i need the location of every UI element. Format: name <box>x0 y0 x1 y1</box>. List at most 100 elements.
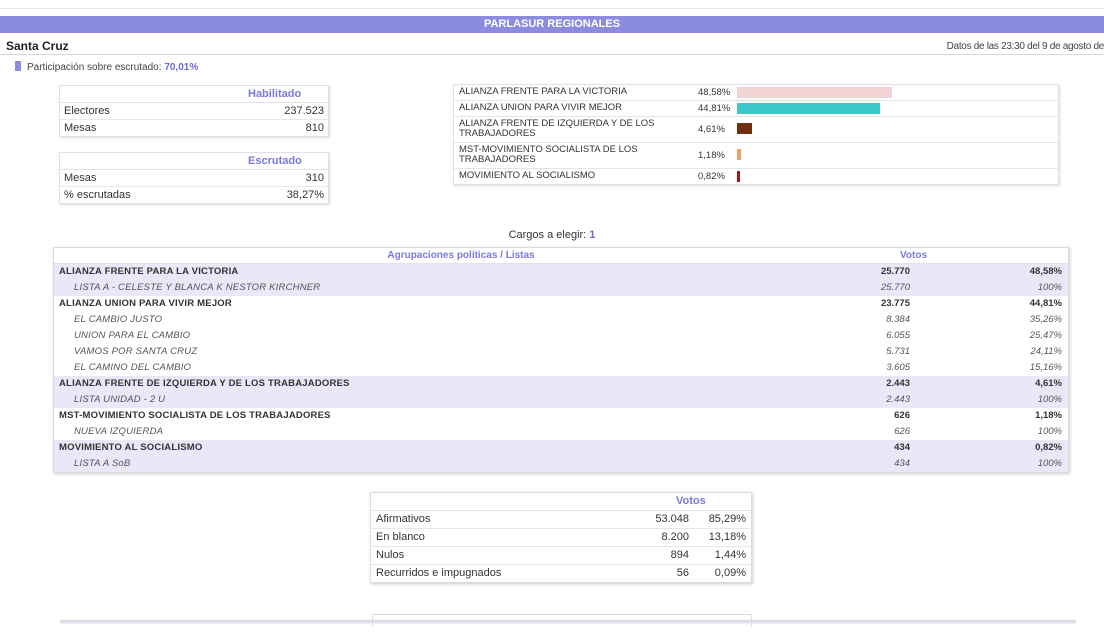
bottom-divider <box>60 620 1076 622</box>
percent-value: 44,81% <box>1029 298 1062 309</box>
summary-label: Nulos <box>376 549 405 561</box>
escrutado-row: Mesas 310 <box>60 170 328 187</box>
bar-row: MOVIMIENTO AL SOCIALISMO 0,82% <box>454 169 1058 184</box>
participation-value: 70,01% <box>164 62 199 73</box>
percent-value: 0,82% <box>1035 442 1062 453</box>
cargos-a-elegir: Cargos a elegir: 1 <box>0 229 1104 241</box>
votes-value: 626 <box>894 410 910 421</box>
votes-summary-row: Recurridos e impugnados 56 0,09% <box>371 565 751 582</box>
percentage-bar <box>737 149 741 160</box>
stat-label: Mesas <box>64 172 97 184</box>
habilitado-heading: Habilitado <box>248 88 302 100</box>
percent-value: 25,47% <box>1029 330 1062 341</box>
percentage-bar <box>737 171 740 182</box>
party-name: MST-MOVIMIENTO SOCIALISTA DE LOS TRABAJA… <box>59 410 331 421</box>
party-name: ALIANZA FRENTE DE IZQUIERDA Y DE LOS TRA… <box>59 378 350 389</box>
stat-value: 38,27% <box>286 189 324 201</box>
votes-value: 2.443 <box>886 394 910 405</box>
votes-summary-table: Votos Afirmativos 53.048 85,29% En blanco 8… <box>370 492 752 583</box>
cargos-value: 1 <box>589 229 596 241</box>
participation-indicator: Participación sobre escrutado: 70,01% <box>15 61 198 73</box>
participation-marker-icon <box>15 61 21 71</box>
votes-value: 434 <box>894 458 910 469</box>
list-name: VAMOS POR SANTA CRUZ <box>74 346 198 357</box>
votes-value: 2.443 <box>886 378 910 389</box>
stat-label: % escrutadas <box>64 189 131 201</box>
bar-row: MST-MOVIMIENTO SOCIALISTA DE LOS TRABAJA… <box>454 143 1058 169</box>
summary-label: Recurridos e impugnados <box>376 567 502 579</box>
participation-label: Participación sobre escrutado: <box>27 62 162 73</box>
party-name: ALIANZA FRENTE PARA LA VICTORIA <box>59 266 239 277</box>
list-row: LISTA A - CELESTE Y BLANCA K NESTOR KIRC… <box>54 280 1068 296</box>
party-percentage-bars: ALIANZA FRENTE PARA LA VICTORIA 48,58% A… <box>453 84 1059 185</box>
votes-value: 23.775 <box>880 298 910 309</box>
list-name: EL CAMBIO JUSTO <box>74 314 163 325</box>
party-name: MOVIMIENTO AL SOCIALISMO <box>59 442 203 453</box>
stat-value: 310 <box>305 172 324 184</box>
list-name: LISTA UNIDAD - 2 U <box>74 394 166 405</box>
percent-value: 4,61% <box>1035 378 1062 389</box>
votes-value: 25.770 <box>880 282 910 293</box>
summary-label: Afirmativos <box>376 513 431 525</box>
data-timestamp: Datos de las 23:30 del 9 de agosto de <box>946 41 1104 52</box>
habilitado-box: Habilitado Electores 237.523 Mesas 810 <box>59 85 329 137</box>
bar-party-name: ALIANZA FRENTE PARA LA VICTORIA <box>459 86 628 97</box>
escrutado-row: % escrutadas 38,27% <box>60 187 328 203</box>
percent-value: 24,11% <box>1030 346 1062 357</box>
list-row: NUEVA IZQUIERDA 626 100% <box>54 424 1068 440</box>
list-name: LISTA A SoB <box>74 458 131 469</box>
votes-value: 434 <box>894 442 910 453</box>
results-table-header: Agrupaciones políticas / Listas Votos <box>54 248 1068 264</box>
stat-value: 237.523 <box>284 105 324 117</box>
results-table: Agrupaciones políticas / Listas Votos AL… <box>53 247 1069 473</box>
votes-summary-row: Afirmativos 53.048 85,29% <box>371 511 751 529</box>
summary-percent: 0,09% <box>714 567 746 579</box>
summary-label: En blanco <box>376 531 425 543</box>
cargos-label: Cargos a elegir: <box>508 229 587 241</box>
summary-percent: 13,18% <box>708 531 746 543</box>
party-row: MST-MOVIMIENTO SOCIALISTA DE LOS TRABAJA… <box>54 408 1068 424</box>
bar-party-name: ALIANZA UNION PARA VIVIR MEJOR <box>459 102 622 113</box>
list-name: LISTA A - CELESTE Y BLANCA K NESTOR KIRC… <box>74 282 321 293</box>
votes-value: 25.770 <box>880 266 910 277</box>
bar-percent: 44,81% <box>698 103 731 114</box>
list-row: LISTA A SoB 434 100% <box>54 456 1068 472</box>
habilitado-row: Mesas 810 <box>60 120 328 136</box>
list-row: EL CAMBIO JUSTO 8.384 35,26% <box>54 312 1068 328</box>
list-row: UNION PARA EL CAMBIO 6.055 25,47% <box>54 328 1068 344</box>
party-row: MOVIMIENTO AL SOCIALISMO 434 0,82% <box>54 440 1068 456</box>
party-row: ALIANZA UNION PARA VIVIR MEJOR 23.775 44,8… <box>54 296 1068 312</box>
percent-value: 35,26% <box>1029 314 1062 325</box>
percentage-bar <box>737 103 880 114</box>
percent-value: 1,18% <box>1035 410 1062 421</box>
percent-value: 100% <box>1037 282 1062 293</box>
header-divider <box>0 54 1104 55</box>
escrutado-header: Escrutado <box>60 153 328 170</box>
percentage-bar <box>737 123 752 134</box>
votes-summary-row: En blanco 8.200 13,18% <box>371 529 751 547</box>
summary-percent: 85,29% <box>708 513 746 525</box>
percent-value: 100% <box>1037 394 1062 405</box>
votes-value: 8.384 <box>886 314 910 325</box>
votes-summary-heading: Votos <box>676 495 706 507</box>
votes-summary-row: Nulos 894 1,44% <box>371 547 751 565</box>
votes-value: 3.605 <box>886 362 910 373</box>
list-row: EL CAMINO DEL CAMBIO 3.605 15,16% <box>54 360 1068 376</box>
escrutado-box: Escrutado Mesas 310 % escrutadas 38,27% <box>59 152 329 204</box>
column-header-votes: Votos <box>900 250 928 261</box>
votes-value: 626 <box>894 426 910 437</box>
party-row: ALIANZA FRENTE PARA LA VICTORIA 25.770 48,… <box>54 264 1068 280</box>
votes-value: 5.731 <box>886 346 910 357</box>
bar-row: ALIANZA FRENTE DE IZQUIERDA Y DE LOS TRA… <box>454 117 1058 143</box>
stat-label: Electores <box>64 105 110 117</box>
percent-value: 48,58% <box>1029 266 1062 277</box>
summary-votes: 8.200 <box>661 531 689 543</box>
summary-votes: 53.048 <box>655 513 689 525</box>
percent-value: 100% <box>1037 458 1062 469</box>
region-name: Santa Cruz <box>6 39 69 53</box>
list-row: LISTA UNIDAD - 2 U 2.443 100% <box>54 392 1068 408</box>
bar-row: ALIANZA UNION PARA VIVIR MEJOR 44,81% <box>454 101 1058 117</box>
bar-party-name: MOVIMIENTO AL SOCIALISMO <box>459 170 596 181</box>
column-header-party: Agrupaciones políticas / Listas <box>387 250 535 261</box>
stat-label: Mesas <box>64 122 97 134</box>
